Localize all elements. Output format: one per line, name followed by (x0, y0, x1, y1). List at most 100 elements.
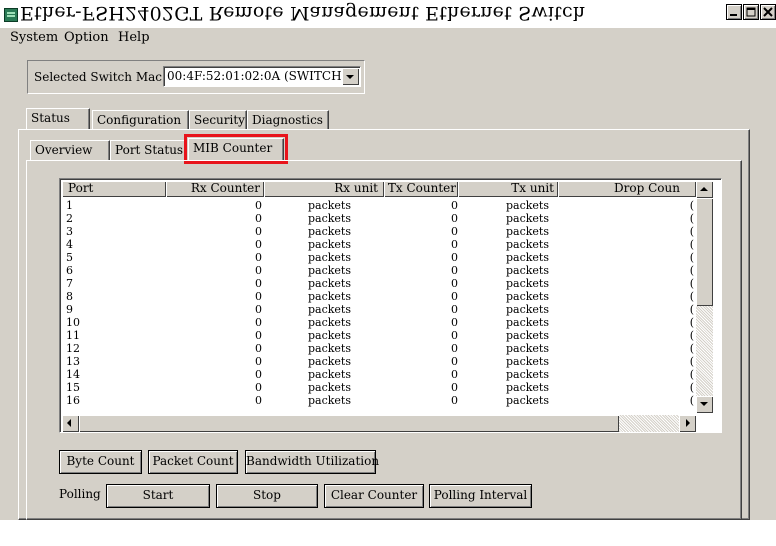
cell-tx-unit: packets (506, 251, 550, 264)
arrow-left-icon (67, 419, 71, 427)
cell-tx-counter: 0 (451, 394, 458, 407)
table-row[interactable]: 8 0 packets 0 packets ( (62, 290, 694, 303)
table-row[interactable]: 5 0 packets 0 packets ( (62, 251, 694, 264)
tab-status[interactable]: Status (26, 108, 90, 130)
cell-port: 9 (66, 303, 73, 316)
column-header-rx-counter[interactable]: Rx Counter (166, 181, 264, 197)
subtab-overview[interactable]: Overview (30, 140, 110, 160)
vertical-scroll-thumb[interactable] (696, 198, 713, 306)
tab-diagnostics[interactable]: Diagnostics (247, 110, 329, 130)
column-header-rx-unit[interactable]: Rx unit (264, 181, 384, 197)
cell-tx-counter: 0 (451, 199, 458, 212)
mib-counter-table: Port Rx Counter Rx unit Tx Counter Tx un… (59, 178, 722, 433)
cell-port: 14 (66, 368, 80, 381)
column-header-drop-count[interactable]: Drop Coun (558, 181, 696, 197)
scroll-right-button[interactable] (679, 415, 696, 432)
table-row[interactable]: 14 0 packets 0 packets ( (62, 368, 694, 381)
cell-drop-count: ( (689, 381, 694, 394)
cell-rx-counter: 0 (255, 381, 262, 394)
cell-rx-unit: packets (308, 303, 352, 316)
cell-rx-counter: 0 (255, 264, 262, 277)
cell-rx-counter: 0 (255, 342, 262, 355)
cell-port: 5 (66, 251, 73, 264)
scroll-down-button[interactable] (696, 396, 713, 413)
mac-select[interactable]: 00:4F:52:01:02:0A (SWITCH (163, 66, 361, 87)
cell-port: 6 (66, 264, 73, 277)
table-row[interactable]: 4 0 packets 0 packets ( (62, 238, 694, 251)
minimize-button[interactable] (726, 4, 742, 20)
cell-tx-counter: 0 (451, 381, 458, 394)
arrow-right-icon (686, 419, 690, 427)
cell-tx-unit: packets (506, 342, 550, 355)
cell-port: 16 (66, 394, 80, 407)
close-button[interactable] (760, 4, 776, 20)
arrow-down-icon (700, 402, 708, 406)
bandwidth-utilization-button[interactable]: Bandwidth Utilization (245, 450, 379, 474)
scroll-up-button[interactable] (696, 181, 713, 198)
column-header-tx-counter[interactable]: Tx Counter (384, 181, 458, 197)
cell-tx-unit: packets (506, 238, 550, 251)
cell-tx-counter: 0 (451, 277, 458, 290)
table-row[interactable]: 6 0 packets 0 packets ( (62, 264, 694, 277)
table-row[interactable]: 12 0 packets 0 packets ( (62, 342, 694, 355)
cell-rx-counter: 0 (255, 238, 262, 251)
cell-port: 15 (66, 381, 80, 394)
cell-tx-counter: 0 (451, 303, 458, 316)
cell-tx-counter: 0 (451, 290, 458, 303)
table-row[interactable]: 9 0 packets 0 packets ( (62, 303, 694, 316)
clear-counter-button[interactable]: Clear Counter (324, 484, 424, 508)
cell-port: 8 (66, 290, 73, 303)
cell-drop-count: ( (689, 394, 694, 407)
maximize-icon (746, 7, 756, 17)
cell-tx-unit: packets (506, 355, 550, 368)
column-header-port[interactable]: Port (62, 181, 166, 197)
menu-system[interactable]: System (10, 30, 58, 45)
close-icon (763, 7, 773, 17)
cell-tx-unit: packets (506, 277, 550, 290)
cell-rx-unit: packets (308, 316, 352, 329)
cell-drop-count: ( (689, 199, 694, 212)
table-row[interactable]: 11 0 packets 0 packets ( (62, 329, 694, 342)
maximize-button[interactable] (743, 4, 759, 20)
cell-rx-unit: packets (308, 199, 352, 212)
table-row[interactable]: 3 0 packets 0 packets ( (62, 225, 694, 238)
packet-count-button[interactable]: Packet Count (148, 450, 238, 474)
window-title: Ether-FSH2402GT Remote Management Ethern… (20, 2, 586, 24)
column-header-tx-unit[interactable]: Tx unit (458, 181, 558, 197)
table-row[interactable]: 7 0 packets 0 packets ( (62, 277, 694, 290)
table-row[interactable]: 13 0 packets 0 packets ( (62, 355, 694, 368)
byte-count-button[interactable]: Byte Count (59, 450, 142, 474)
table-row[interactable]: 16 0 packets 0 packets ( (62, 394, 694, 407)
table-row[interactable]: 2 0 packets 0 packets ( (62, 213, 694, 224)
cell-drop-count: ( (689, 290, 694, 303)
mac-selector-label: Selected Switch Mac: (34, 70, 167, 84)
table-row[interactable]: 10 0 packets 0 packets ( (62, 316, 694, 329)
subtab-port-status[interactable]: Port Status (110, 140, 186, 160)
tab-security[interactable]: Security (189, 110, 247, 130)
cell-drop-count: ( (689, 342, 694, 355)
cell-tx-unit: packets (506, 303, 550, 316)
scroll-left-button[interactable] (62, 415, 79, 432)
arrow-up-icon (700, 187, 708, 191)
cell-drop-count: ( (689, 368, 694, 381)
cell-rx-unit: packets (308, 342, 352, 355)
table-row[interactable]: 1 0 packets 0 packets ( (62, 199, 694, 212)
menu-option[interactable]: Option (64, 30, 109, 45)
cell-rx-unit: packets (308, 368, 352, 381)
tab-configuration[interactable]: Configuration (92, 110, 189, 130)
vertical-scrollbar[interactable] (696, 181, 713, 413)
horizontal-scroll-thumb[interactable] (79, 415, 619, 432)
table-row[interactable]: 15 0 packets 0 packets ( (62, 381, 694, 394)
cell-port: 10 (66, 316, 80, 329)
chevron-down-icon[interactable] (342, 68, 359, 85)
start-button[interactable]: Start (106, 484, 210, 508)
menu-help[interactable]: Help (118, 30, 150, 45)
polling-interval-button[interactable]: Polling Interval (429, 484, 532, 508)
horizontal-scrollbar[interactable] (62, 415, 696, 432)
cell-rx-unit: packets (308, 264, 352, 277)
cell-port: 13 (66, 355, 80, 368)
cell-tx-counter: 0 (451, 329, 458, 342)
cell-rx-counter: 0 (255, 225, 262, 238)
cell-drop-count: ( (689, 303, 694, 316)
stop-button[interactable]: Stop (216, 484, 318, 508)
